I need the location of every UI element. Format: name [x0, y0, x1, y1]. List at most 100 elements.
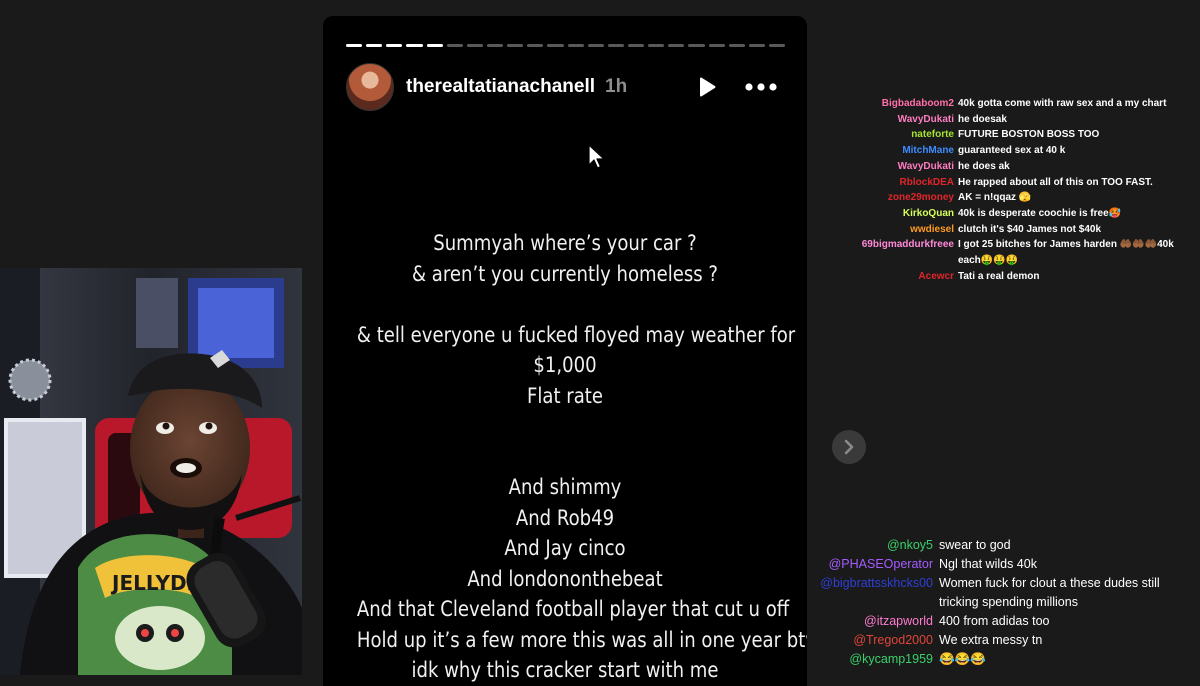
chat-message: KirkoQuan 40k is desperate coochie is fre…: [810, 206, 1195, 222]
chat-username[interactable]: @kycamp1959: [800, 650, 933, 669]
story-text-line: Summyah where’s your car ?: [433, 231, 697, 255]
chat-username[interactable]: @Tregod2000: [800, 631, 933, 650]
progress-segment: [426, 44, 443, 47]
chat-message: @itzapworld 400 from adidas too: [800, 612, 1200, 631]
avatar[interactable]: [346, 63, 394, 111]
progress-segment: [748, 44, 765, 47]
chat-username[interactable]: 69bigmaddurkfreee: [810, 237, 954, 268]
progress-segment: [728, 44, 745, 47]
progress-segment: [668, 44, 685, 47]
chat-username[interactable]: MitchMane: [810, 143, 954, 159]
progress-segment: [768, 44, 786, 47]
chat-message: WavyDukati he does ak: [810, 159, 1195, 175]
story-text-line: & tell everyone u fucked floyed may weat…: [356, 322, 796, 347]
chat-username[interactable]: @itzapworld: [800, 612, 933, 631]
chat-message-text: guaranteed sex at 40 k: [958, 145, 1066, 157]
chat-username[interactable]: nateforte: [810, 127, 954, 143]
story-timestamp: 1h: [605, 76, 628, 97]
chat-message-text: 😂😂😂: [939, 652, 986, 666]
chat-message: MitchMane guaranteed sex at 40 k: [810, 143, 1195, 159]
chat-message: 69bigmaddurkfreee I got 25 bitches for Ja…: [810, 237, 1195, 268]
progress-segment: [406, 44, 423, 47]
chat-message: wwdiesel clutch it's $40 James not $40k: [810, 222, 1195, 238]
chat-username[interactable]: wwdiesel: [810, 222, 954, 238]
progress-segment: [648, 44, 665, 47]
story-text-line: [357, 411, 773, 442]
next-story-button[interactable]: [832, 430, 866, 464]
story-text-line: idk why this cracker start with me: [411, 658, 719, 682]
chat-message-text: he doesak: [958, 113, 1007, 125]
chat-message-text: he does ak: [958, 160, 1010, 172]
chat-message: @Tregod2000 We extra messy tn: [800, 631, 1200, 650]
chat-message-text: clutch it's $40 James not $40k: [958, 223, 1102, 235]
chat-message: @bigbrattsskhcks00 Women fuck for clout a…: [800, 574, 1200, 612]
more-options-icon[interactable]: [745, 75, 777, 99]
progress-segment: [386, 44, 403, 47]
chat-message-text: AK = n!qqaz 🫣: [958, 192, 1032, 204]
progress-segment: [688, 44, 705, 47]
story-text-line: & aren’t you currently homeless ?: [411, 261, 719, 286]
story-viewer[interactable]: therealtatianachanell 1h Summyah where’s…: [323, 16, 807, 686]
progress-segment: [346, 44, 363, 47]
story-header: therealtatianachanell 1h: [346, 63, 777, 111]
chat-message: Acewcr Tati a real demon: [810, 269, 1195, 285]
chat-username[interactable]: RblockDEA: [810, 175, 954, 191]
chat-message-text: 40k is desperate coochie is free🥵: [958, 207, 1122, 219]
progress-segment: [567, 44, 584, 47]
story-text-line: $1,000: [533, 353, 597, 377]
story-text: Summyah where’s your car ? & aren’t you c…: [356, 228, 807, 686]
chat-message: Bigbadaboom2 40k gotta come with raw sex …: [810, 96, 1195, 112]
chat-message-text: swear to god: [939, 538, 1011, 552]
chat-top: Bigbadaboom2 40k gotta come with raw sex …: [810, 96, 1195, 284]
story-text-line: Flat rate: [526, 383, 603, 408]
chat-message: @PHASEOperator Ngl that wilds 40k: [800, 555, 1200, 574]
progress-segment: [607, 44, 624, 47]
story-username[interactable]: therealtatianachanell: [406, 76, 595, 98]
chat-message-text: 400 from adidas too: [939, 614, 1050, 628]
chat-username[interactable]: WavyDukati: [810, 112, 954, 128]
chevron-right-icon: [844, 439, 854, 455]
progress-segment: [527, 44, 544, 47]
chat-message: @kycamp1959 😂😂😂: [800, 650, 1200, 669]
chat-message-text: Women fuck for clout a these dudes still…: [939, 576, 1160, 609]
chat-username[interactable]: Bigbadaboom2: [810, 96, 954, 112]
chat-message-text: Tati a real demon: [958, 270, 1040, 282]
webcam-feed: JELLYDE: [0, 268, 302, 675]
chat-bottom: @nkoy5 swear to god @PHASEOperator Ngl that…: [800, 536, 1200, 669]
story-text-line: And londononthebeat: [467, 566, 663, 591]
progress-segment: [486, 44, 504, 47]
story-text-line: [357, 289, 773, 320]
progress-segment: [507, 44, 524, 47]
progress-segment: [446, 44, 463, 47]
chat-message-text: I got 25 bitches for James harden 🤲🏾🤲🏾🤲🏾…: [958, 239, 1174, 267]
story-text-line: [357, 442, 773, 473]
chat-message: WavyDukati he doesak: [810, 112, 1195, 128]
progress-segment: [708, 44, 725, 47]
progress-segment: [466, 44, 483, 47]
story-text-line: And Rob49: [515, 505, 615, 530]
progress-segment: [587, 44, 604, 47]
chat-message-text: FUTURE BOSTON BOSS TOO: [958, 129, 1100, 141]
chat-username[interactable]: Acewcr: [810, 269, 954, 285]
chat-message: @nkoy5 swear to god: [800, 536, 1200, 555]
chat-message-text: He rapped about all of this on TOO FAST.: [958, 176, 1153, 188]
chat-username[interactable]: @bigbrattsskhcks00: [800, 574, 933, 612]
story-text-line: And shimmy: [508, 475, 622, 499]
mouse-cursor-icon: [588, 144, 605, 169]
chat-username[interactable]: @nkoy5: [800, 536, 933, 555]
chat-message-text: We extra messy tn: [939, 633, 1043, 647]
chat-message: zone29money AK = n!qqaz 🫣: [810, 190, 1195, 206]
chat-username[interactable]: WavyDukati: [810, 159, 954, 175]
story-text-line: Hold up it’s a few more this was all in …: [356, 627, 807, 652]
chat-message: RblockDEA He rapped about all of this on …: [810, 175, 1195, 191]
chat-message-text: Ngl that wilds 40k: [939, 557, 1037, 571]
chat-message: nateforte FUTURE BOSTON BOSS TOO: [810, 127, 1195, 143]
play-icon[interactable]: [695, 75, 719, 99]
chat-username[interactable]: KirkoQuan: [810, 206, 954, 222]
chat-username[interactable]: zone29money: [810, 190, 954, 206]
progress-segment: [627, 44, 645, 47]
story-progress-bar: [346, 44, 786, 47]
chat-message-text: 40k gotta come with raw sex and a my cha…: [958, 98, 1167, 109]
progress-segment: [366, 44, 383, 47]
chat-username[interactable]: @PHASEOperator: [800, 555, 933, 574]
